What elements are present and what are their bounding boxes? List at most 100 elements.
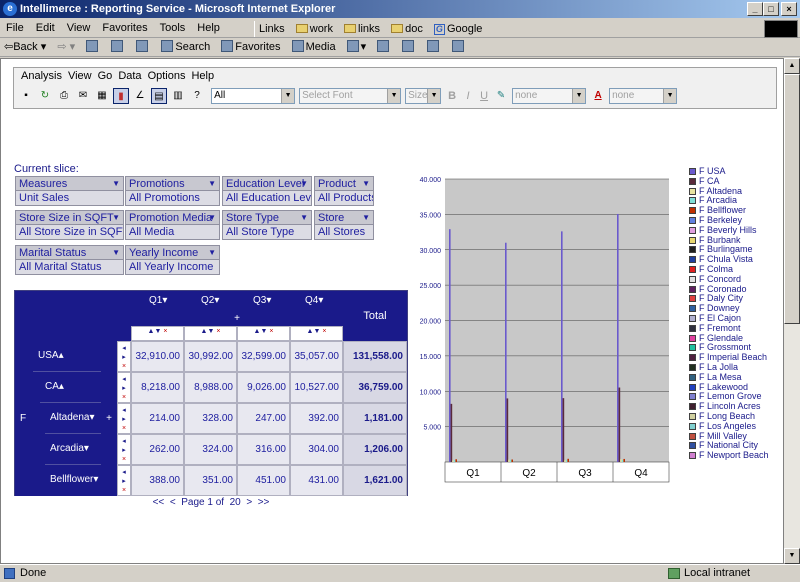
app-menu-go[interactable]: Go: [95, 70, 116, 82]
scroll-down-button[interactable]: ▼: [784, 548, 800, 564]
sort-controls[interactable]: ▲▼ ×: [290, 326, 343, 341]
row-sort-controls[interactable]: ◂ ▸ ×: [117, 372, 131, 403]
properties-icon[interactable]: ▥: [170, 88, 186, 104]
row-header-altadena[interactable]: Altadena▾: [45, 403, 101, 434]
vertical-scrollbar[interactable]: ▲ ▼: [784, 58, 800, 564]
font-color-icon[interactable]: A: [590, 88, 606, 104]
edit-button[interactable]: [423, 38, 445, 55]
dim-store[interactable]: Store ▼ All Stores: [314, 210, 374, 240]
menu-tools[interactable]: Tools: [154, 19, 192, 37]
chevron-down-icon[interactable]: ▼: [208, 211, 216, 225]
export-icon[interactable]: ✉: [75, 88, 91, 104]
menu-favorites[interactable]: Favorites: [96, 19, 153, 37]
dim-marital-status[interactable]: Marital Status ▼ All Marital Status: [15, 245, 124, 275]
pager-current[interactable]: 20: [230, 497, 241, 508]
discuss-button[interactable]: [448, 38, 470, 55]
chevron-down-icon[interactable]: ▼: [112, 246, 120, 260]
chevron-down-icon[interactable]: ▼: [208, 177, 216, 191]
refresh-icon[interactable]: ↻: [37, 88, 53, 104]
close-button[interactable]: ×: [781, 2, 797, 16]
italic-button[interactable]: I: [461, 88, 475, 104]
forward-button[interactable]: ⇨ ▾: [53, 38, 79, 55]
print-icon[interactable]: ⎙: [56, 88, 72, 104]
dim-store-type[interactable]: Store Type ▼ All Store Type: [222, 210, 312, 240]
link-work[interactable]: work: [292, 21, 337, 37]
expand-rows-button[interactable]: +: [101, 341, 117, 496]
table-icon[interactable]: ▦: [94, 88, 110, 104]
fill-color-icon[interactable]: ✎: [493, 88, 509, 104]
stop-button[interactable]: [82, 38, 104, 55]
dim-store-size[interactable]: Store Size in SQFT ▼ All Store Size in SQF…: [15, 210, 124, 240]
pager-next[interactable]: >: [246, 497, 252, 508]
history-button[interactable]: ▾: [343, 38, 371, 55]
fill-color-select[interactable]: none ▼: [512, 88, 587, 104]
layout-icon[interactable]: ▤: [151, 88, 167, 104]
print-button[interactable]: [398, 38, 420, 55]
bar-chart-icon[interactable]: ▮: [113, 88, 129, 104]
expand-columns-button[interactable]: +: [131, 311, 343, 326]
sort-controls[interactable]: ▲▼ ×: [131, 326, 184, 341]
help-icon[interactable]: ?: [189, 88, 205, 104]
scroll-up-button[interactable]: ▲: [784, 58, 800, 74]
line-chart-icon[interactable]: ∠: [132, 88, 148, 104]
size-select[interactable]: Size ▼: [405, 88, 442, 104]
chevron-down-icon[interactable]: ▼: [362, 211, 370, 225]
app-menu-help[interactable]: Help: [188, 70, 217, 82]
dim-promotion-media[interactable]: Promotion Media ▼ All Media: [125, 210, 220, 240]
chevron-down-icon[interactable]: ▼: [208, 246, 216, 260]
scroll-thumb[interactable]: [784, 74, 800, 324]
row-header-ca[interactable]: CA▴: [40, 372, 101, 403]
row-sort-controls[interactable]: ◂ ▸ ×: [117, 434, 131, 465]
media-button[interactable]: Media: [288, 38, 340, 55]
row-header-usa[interactable]: USA▴: [33, 341, 101, 372]
search-button[interactable]: Search: [157, 38, 214, 55]
underline-button[interactable]: U: [477, 88, 491, 104]
col-header-q3[interactable]: Q3▾: [253, 295, 305, 306]
row-sort-controls[interactable]: ◂ ▸ ×: [117, 465, 131, 496]
menu-file[interactable]: File: [0, 19, 30, 37]
maximize-button[interactable]: □: [763, 2, 779, 16]
menu-edit[interactable]: Edit: [30, 19, 61, 37]
app-menu-data[interactable]: Data: [115, 70, 144, 82]
mail-button[interactable]: [373, 38, 395, 55]
font-select[interactable]: Select Font ▼: [299, 88, 402, 104]
link-doc[interactable]: doc: [387, 21, 427, 37]
pager-prev[interactable]: <: [170, 497, 176, 508]
bold-button[interactable]: B: [445, 88, 459, 104]
save-icon[interactable]: ▪: [18, 88, 34, 104]
dim-product[interactable]: Product ▼ All Products: [314, 176, 374, 206]
app-menu-analysis[interactable]: Analysis: [18, 70, 65, 82]
dim-yearly-income[interactable]: Yearly Income ▼ All Yearly Income: [125, 245, 220, 275]
dim-measures[interactable]: Measures ▼ Unit Sales: [15, 176, 124, 206]
member-select[interactable]: All ▼: [211, 88, 296, 104]
home-button[interactable]: [132, 38, 154, 55]
sort-controls[interactable]: ▲▼ ×: [237, 326, 290, 341]
back-button[interactable]: ⇦Back ▾: [0, 38, 50, 55]
col-header-q2[interactable]: Q2▾: [201, 295, 253, 306]
row-header-arcadia[interactable]: Arcadia▾: [45, 434, 101, 465]
chevron-down-icon[interactable]: ▼: [362, 177, 370, 191]
row-sort-controls[interactable]: ◂ ▸ ×: [117, 403, 131, 434]
link-google[interactable]: G Google: [430, 21, 486, 37]
refresh-button[interactable]: [107, 38, 129, 55]
font-color-select[interactable]: none ▼: [609, 88, 678, 104]
row-sort-controls[interactable]: ◂ ▸ ×: [117, 341, 131, 372]
link-links[interactable]: links: [340, 21, 384, 37]
dim-education-level[interactable]: Education Level ▼ All Education Level: [222, 176, 312, 206]
chevron-down-icon[interactable]: ▼: [300, 177, 308, 191]
menu-help[interactable]: Help: [191, 19, 226, 37]
pager-last[interactable]: >>: [258, 497, 270, 508]
chevron-down-icon[interactable]: ▼: [112, 211, 120, 225]
row-header-bellflower[interactable]: Bellflower▾: [45, 465, 101, 496]
chevron-down-icon[interactable]: ▼: [112, 177, 120, 191]
menu-view[interactable]: View: [61, 19, 97, 37]
app-menu-view[interactable]: View: [65, 70, 95, 82]
dim-promotions[interactable]: Promotions ▼ All Promotions: [125, 176, 220, 206]
pager-first[interactable]: <<: [153, 497, 165, 508]
sort-controls[interactable]: ▲▼ ×: [184, 326, 237, 341]
app-menu-options[interactable]: Options: [145, 70, 189, 82]
col-header-q1[interactable]: Q1▾: [149, 295, 201, 306]
minimize-button[interactable]: _: [747, 2, 763, 16]
col-header-q4[interactable]: Q4▾: [305, 295, 345, 306]
favorites-button[interactable]: Favorites: [217, 38, 284, 55]
